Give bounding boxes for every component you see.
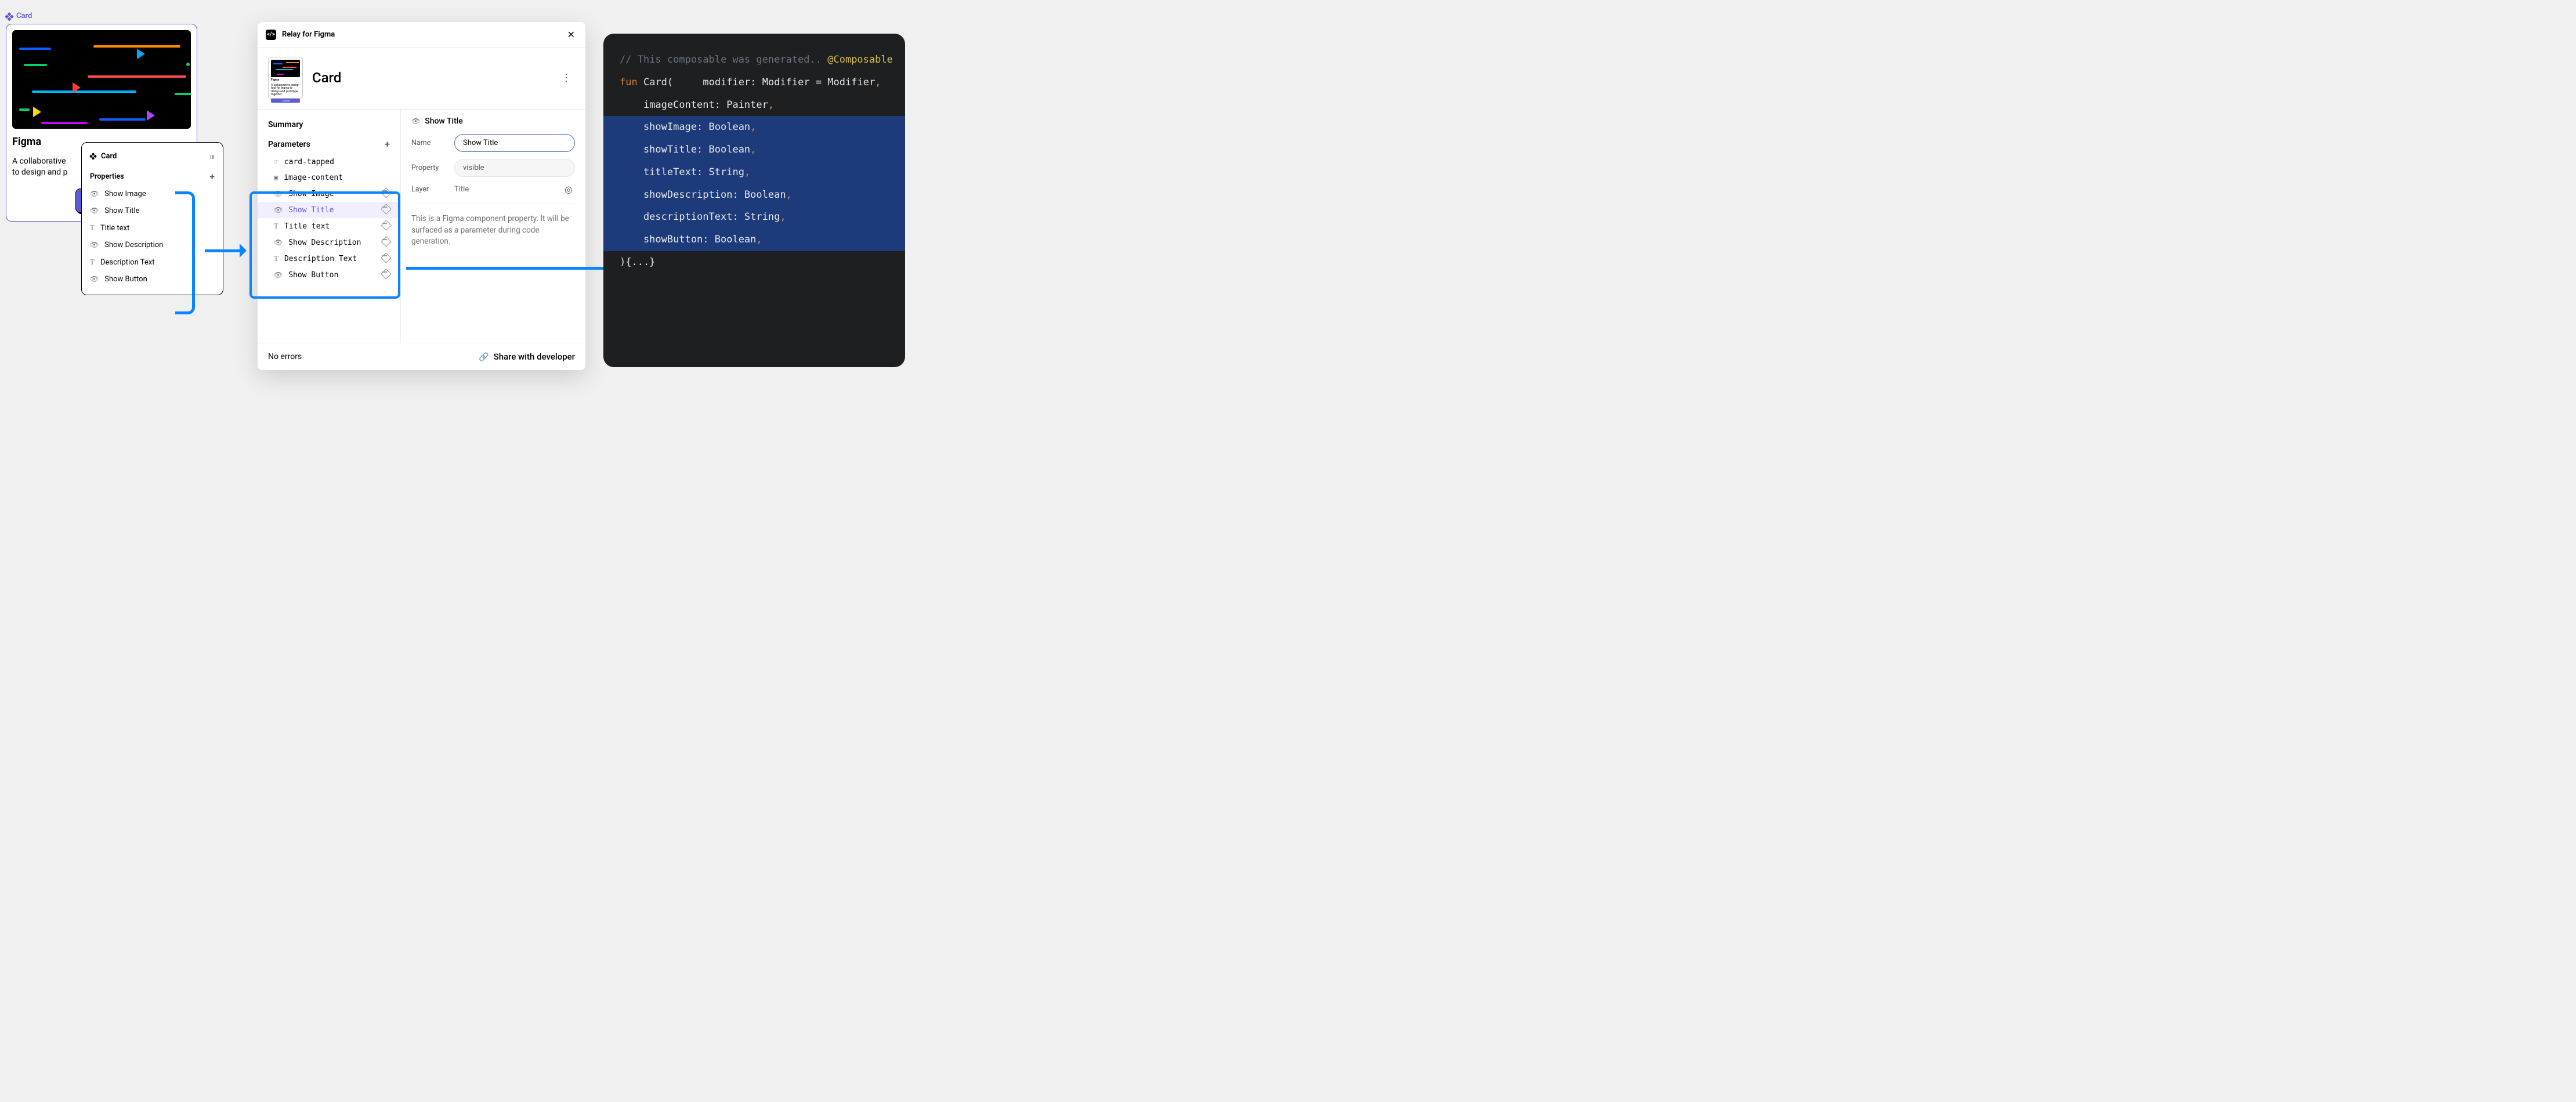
- name-label: Name: [411, 139, 447, 147]
- parameter-row[interactable]: Show Image: [258, 186, 400, 202]
- property-label: Description Text: [100, 258, 155, 267]
- thumbnail: Figma A collaborative design tool for te…: [268, 57, 303, 99]
- eye-icon: [90, 275, 99, 284]
- component-name: Card: [16, 12, 32, 20]
- parameter-row[interactable]: image-content: [258, 170, 400, 186]
- parameter-label: image-content: [284, 173, 343, 182]
- property-label: Show Description: [104, 241, 163, 249]
- panel-title: Card: [101, 152, 117, 161]
- eye-icon: [90, 190, 99, 198]
- eye-icon: [274, 271, 283, 280]
- property-row[interactable]: Show Description: [82, 237, 223, 253]
- annotation-arrow: [406, 267, 631, 270]
- relay-panel: </> Relay for Figma ✕ Figma A collaborat…: [258, 22, 585, 370]
- parameter-row[interactable]: Show Button: [258, 267, 400, 283]
- parameter-row[interactable]: Show Description: [258, 234, 400, 251]
- tap-icon: [274, 158, 278, 166]
- text-icon: [274, 254, 278, 263]
- parameter-label: Title text: [284, 222, 330, 231]
- component-label: Card: [6, 12, 32, 20]
- more-icon[interactable]: ⋮: [558, 72, 575, 84]
- section-title: Properties: [90, 172, 124, 181]
- parameter-label: Show Title: [288, 206, 334, 215]
- diamond-icon: [89, 152, 98, 161]
- eye-icon: [274, 206, 283, 215]
- parameter-label: Description Text: [284, 255, 357, 263]
- property-row[interactable]: Show Button: [82, 271, 223, 288]
- eye-icon: [411, 117, 420, 126]
- property-label: Show Title: [104, 206, 139, 215]
- plugin-name: Relay for Figma: [282, 30, 335, 39]
- parameter-row[interactable]: card-tapped: [258, 154, 400, 170]
- share-button[interactable]: Share with developer: [479, 351, 575, 362]
- text-icon: [274, 222, 278, 231]
- text-icon: [90, 223, 95, 233]
- sliders-icon[interactable]: [210, 151, 215, 162]
- card-hero-image: [12, 30, 191, 129]
- property-label: Title text: [100, 224, 129, 233]
- link-icon: [382, 254, 390, 263]
- link-icon: [382, 205, 390, 215]
- property-row[interactable]: Title text: [82, 219, 223, 237]
- share-icon: [479, 351, 489, 362]
- layer-value: Title: [454, 185, 558, 194]
- link-icon: [382, 270, 390, 280]
- name-input[interactable]: Show Title: [454, 134, 575, 152]
- parameter-label: card-tapped: [284, 158, 334, 166]
- link-icon: [382, 238, 390, 247]
- parameter-row[interactable]: Show Title: [258, 202, 400, 218]
- detail-title: Show Title: [425, 117, 463, 126]
- eye-icon: [274, 238, 283, 247]
- img-icon: [274, 173, 278, 182]
- eye-icon: [90, 206, 99, 215]
- property-row[interactable]: Show Image: [82, 186, 223, 202]
- text-icon: [90, 258, 95, 267]
- property-label: Show Button: [104, 275, 147, 284]
- summary-section[interactable]: Summary: [258, 115, 400, 134]
- layer-label: Layer: [411, 185, 447, 194]
- eye-icon: [274, 190, 283, 198]
- parameters-section: Parameters: [258, 134, 400, 154]
- eye-icon: [90, 241, 99, 249]
- generated-code: // This composable was generated.. @Comp…: [603, 34, 905, 367]
- property-label: Show Image: [104, 190, 146, 198]
- close-icon[interactable]: ✕: [565, 28, 577, 41]
- property-row[interactable]: Show Title: [82, 202, 223, 219]
- property-label: Property: [411, 164, 447, 172]
- target-icon[interactable]: [565, 184, 575, 194]
- property-row[interactable]: Description Text: [82, 253, 223, 271]
- parameter-label: Show Image: [288, 190, 334, 198]
- add-parameter-icon[interactable]: [385, 139, 390, 150]
- diamond-icon: [5, 11, 15, 21]
- properties-panel: Card Properties Show Image Show Title Titl…: [81, 142, 223, 295]
- plugin-icon: </>: [266, 30, 276, 40]
- relay-title: Card: [312, 70, 548, 86]
- link-icon: [382, 189, 390, 198]
- errors-status: No errors: [268, 352, 302, 361]
- annotation-bracket: [175, 191, 195, 314]
- add-property-icon[interactable]: [209, 171, 215, 182]
- parameter-label: Show Button: [288, 271, 338, 280]
- link-icon: [382, 222, 390, 231]
- parameter-label: Show Description: [288, 238, 361, 247]
- info-text: This is a Figma component property. It w…: [411, 204, 574, 248]
- parameter-row[interactable]: Title text: [258, 218, 400, 234]
- property-value: visible: [454, 159, 575, 177]
- annotation-arrow: [205, 249, 245, 252]
- parameter-row[interactable]: Description Text: [258, 251, 400, 267]
